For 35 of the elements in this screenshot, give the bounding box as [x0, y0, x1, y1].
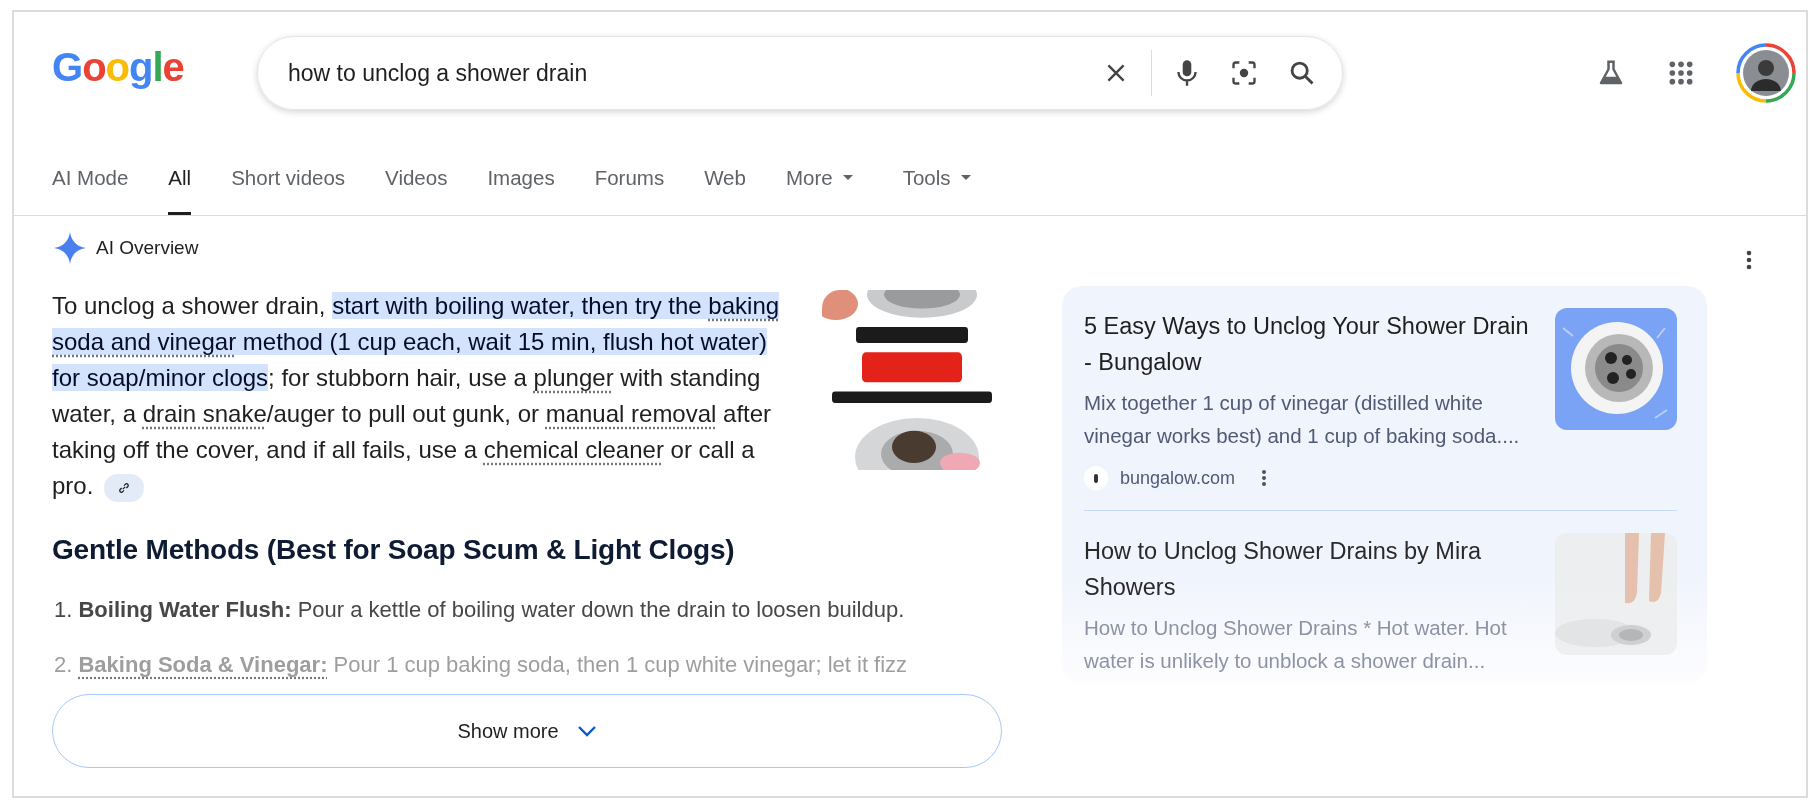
source-title[interactable]: 5 Easy Ways to Unclog Your Shower Drain - Bungalow [1084, 308, 1535, 380]
source-snippet: Mix together 1 cup of vinegar (distilled white vinegar works best) and 1 cup of baking soda.... [1084, 390, 1521, 449]
source-site[interactable]: bungalow.com [1120, 467, 1236, 489]
tab[interactable]: Tools [902, 166, 971, 215]
more-options-icon[interactable] [1261, 469, 1268, 487]
source-snippet: How to Unclog Shower Drains * Hot water. Hot water is unlikely to unblock a shower drain... [1084, 615, 1508, 674]
microphone-icon[interactable] [1174, 58, 1200, 88]
search-icon[interactable] [1288, 59, 1316, 87]
sparkle-icon [54, 232, 86, 264]
caret-icon [960, 175, 971, 181]
tab[interactable]: Images [487, 166, 555, 215]
more-options-icon[interactable] [1746, 250, 1752, 270]
tab[interactable]: More [785, 166, 853, 215]
source-title[interactable]: How to Unclog Shower Drains by Mira Showers [1084, 533, 1535, 605]
show-more-button[interactable]: Show more [52, 694, 1002, 768]
section-title: AI Overview [96, 237, 199, 259]
caret-icon [842, 175, 853, 181]
tab[interactable]: Videos [385, 166, 448, 215]
logo[interactable]: Google [52, 44, 194, 94]
tab[interactable]: Forums [594, 166, 665, 215]
chevron-down-icon [576, 725, 597, 737]
tab[interactable]: AI Mode [52, 166, 129, 215]
list-item: 2. Baking Soda & Vinegar: Pour 1 cup baking soda, then 1 cup white vinegar; let it fizz [54, 651, 909, 679]
camera-icon[interactable] [1230, 59, 1258, 87]
avatar[interactable] [1736, 43, 1796, 103]
summary-paragraph: To unclog a shower drain, start with boiling water, then try the baking soda and vinegar method (1 cup each, wait 15 min, flush hot water) for soap/minor clogs; for stubborn hair, use a plunger with standing water, a drain snake/auger to pull out gunk, or manual removal after taking off the cover, and if all fails, use a chemical cleaner or call a pro. [52, 288, 797, 504]
list-item: 1. Boiling Water Flush: Pour a kettle of boiling water down the drain to loosen buildup. [54, 596, 906, 624]
search-query: how to unclog a shower drain [288, 59, 589, 87]
tab[interactable]: All [168, 166, 192, 215]
link-icon[interactable] [104, 473, 145, 502]
tab[interactable]: Short videos [231, 166, 346, 215]
section-heading: Gentle Methods (Best for Soap Scum & Light Clogs) [52, 534, 736, 566]
apps-grid-icon[interactable] [1668, 60, 1694, 86]
site-favicon-icon [1084, 466, 1108, 490]
tab[interactable]: Web [704, 166, 746, 215]
